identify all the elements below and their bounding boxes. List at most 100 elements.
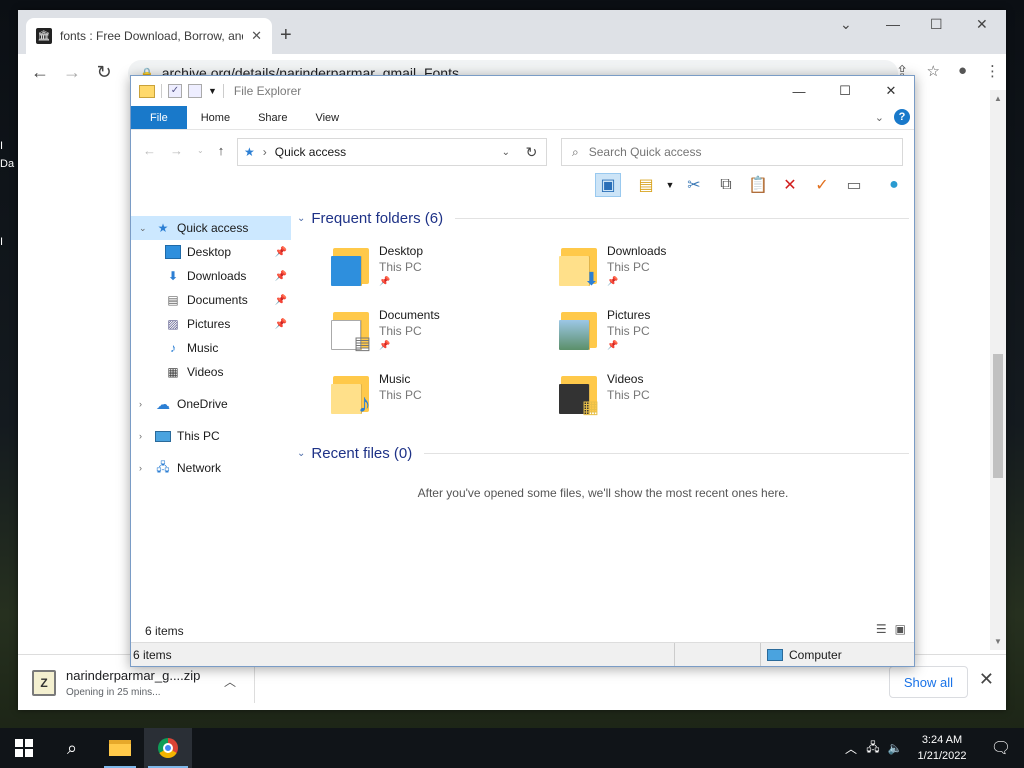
properties-toolbar-icon[interactable]: ▭ xyxy=(841,173,867,197)
folder-tile-downloads[interactable]: ⬇ Downloads This PC 📌 xyxy=(559,242,759,298)
close-download-shelf-icon[interactable]: ✕ xyxy=(979,669,994,690)
nav-onedrive[interactable]: › ☁ OneDrive xyxy=(131,392,291,416)
page-scrollbar[interactable]: ▲ ▼ xyxy=(990,90,1006,650)
volume-muted-icon[interactable]: 🔈 xyxy=(884,741,906,755)
tab-search-icon[interactable]: ⌄ xyxy=(840,16,852,33)
nav-documents[interactable]: ▤ Documents 📌 xyxy=(131,288,291,312)
large-icons-view-icon[interactable]: ▣ xyxy=(895,622,906,636)
folder-tile-documents[interactable]: ▤ Documents This PC 📌 xyxy=(331,306,531,362)
forward-button[interactable]: → xyxy=(56,62,88,83)
up-arrow-icon[interactable]: ↑ xyxy=(218,143,225,158)
browser-tab[interactable]: 🏛 fonts : Free Download, Borrow, and Str… xyxy=(26,18,272,54)
nav-desktop[interactable]: Desktop 📌 xyxy=(131,240,291,264)
explorer-path-bar[interactable]: ★ › Quick access ⌄ xyxy=(237,138,547,166)
nav-pictures[interactable]: ▨ Pictures 📌 xyxy=(131,312,291,336)
minimize-button[interactable]: — xyxy=(776,76,822,106)
folder-tile-desktop[interactable]: Desktop This PC 📌 xyxy=(331,242,531,298)
help-icon[interactable]: ? xyxy=(894,109,910,125)
chevron-down-icon[interactable]: ⌄ xyxy=(297,213,305,224)
copy-icon[interactable]: ⧉ xyxy=(713,173,739,197)
downloads-folder-icon: ⬇ xyxy=(559,244,599,288)
profile-avatar-icon[interactable]: ● xyxy=(958,62,967,80)
maximize-button[interactable]: ☐ xyxy=(930,16,943,33)
search-button[interactable]: ⌕ xyxy=(48,728,96,768)
close-tab-icon[interactable]: ✕ xyxy=(251,28,262,44)
path-dropdown-icon[interactable]: ⌄ xyxy=(502,147,510,158)
close-window-button[interactable]: ✕ xyxy=(976,16,988,33)
download-status: Opening in 25 mins... xyxy=(66,687,161,698)
menu-kebab-icon[interactable]: ⋮ xyxy=(985,62,1000,80)
preview-pane-icon[interactable]: ▣ xyxy=(595,173,621,197)
close-button[interactable]: ✕ xyxy=(868,76,914,106)
properties-icon[interactable]: ✓ xyxy=(168,84,182,98)
chevron-down-icon[interactable]: ⌄ xyxy=(297,448,305,459)
delete-icon[interactable]: ✕ xyxy=(777,173,803,197)
explorer-address-row: ← → ⌄ ↑ ★ › Quick access ⌄ ↻ ⌕ xyxy=(131,130,914,170)
new-tab-button[interactable]: + xyxy=(280,24,292,47)
taskbar-chrome[interactable] xyxy=(144,728,192,768)
nav-music[interactable]: ♪ Music xyxy=(131,336,291,360)
details-view-icon[interactable]: ☰ xyxy=(876,622,887,636)
computer-icon xyxy=(767,648,783,661)
maximize-button[interactable]: ☐ xyxy=(822,76,868,106)
clock[interactable]: 3:24 AM 1/21/2022 xyxy=(906,732,978,764)
computer-icon xyxy=(155,430,171,442)
taskbar-file-explorer[interactable] xyxy=(96,728,144,768)
folder-tile-videos[interactable]: ▦ Videos This PC xyxy=(559,370,759,426)
tab-view[interactable]: View xyxy=(301,106,353,129)
tab-share[interactable]: Share xyxy=(244,106,301,129)
cut-icon[interactable]: ✂ xyxy=(681,173,707,197)
nav-downloads[interactable]: ⬇ Downloads 📌 xyxy=(131,264,291,288)
new-folder-icon[interactable] xyxy=(188,84,202,98)
pin-icon: 📌 xyxy=(379,276,391,286)
minimize-button[interactable]: — xyxy=(886,16,900,32)
new-item-dropdown-icon[interactable]: ▼ xyxy=(657,173,683,197)
reload-button[interactable]: ↻ xyxy=(88,62,120,83)
nav-network[interactable]: › 🖧 Network xyxy=(131,456,291,480)
chevron-down-icon[interactable]: ⌄ xyxy=(139,223,151,234)
search-input[interactable] xyxy=(588,145,892,159)
chevron-up-icon[interactable]: ︿ xyxy=(224,673,236,690)
recent-locations-icon[interactable]: ⌄ xyxy=(197,146,204,158)
nav-this-pc[interactable]: › This PC xyxy=(131,424,291,448)
scroll-down-arrow-icon[interactable]: ▼ xyxy=(994,637,1002,646)
chevron-right-icon[interactable]: › xyxy=(139,463,151,473)
download-item[interactable]: Z narinderparmar_g....zip Opening in 25 … xyxy=(32,663,254,703)
breadcrumb-quick-access[interactable]: Quick access xyxy=(275,145,346,159)
frequent-folders-header[interactable]: ⌄ Frequent folders (6) xyxy=(297,210,909,227)
refresh-icon[interactable]: ↻ xyxy=(517,138,547,166)
customize-qat-icon[interactable]: ▼ xyxy=(208,86,217,96)
new-item-icon[interactable]: ▤ xyxy=(633,173,659,197)
show-all-button[interactable]: Show all xyxy=(888,666,968,698)
back-arrow-icon[interactable]: ← xyxy=(143,143,156,158)
quick-access-star-icon: ★ xyxy=(244,145,255,159)
bookmark-star-icon[interactable]: ☆ xyxy=(926,62,939,80)
explorer-search[interactable]: ⌕ xyxy=(561,138,903,166)
scroll-thumb[interactable] xyxy=(993,354,1003,478)
network-status-icon[interactable]: 🖧 xyxy=(862,738,884,759)
desktop-icon xyxy=(165,245,181,259)
chevron-right-icon[interactable]: › xyxy=(139,399,151,409)
nav-quick-access[interactable]: ⌄ ★ Quick access xyxy=(131,216,291,240)
recent-empty-message: After you've opened some files, we'll sh… xyxy=(417,486,789,500)
back-button[interactable]: ← xyxy=(24,62,56,83)
rename-check-icon[interactable]: ✓ xyxy=(809,173,835,197)
taskbar: ⌕ ︿ 🖧 🔈 3:24 AM 1/21/2022 🗨 xyxy=(0,728,1024,768)
scroll-up-arrow-icon[interactable]: ▲ xyxy=(994,94,1002,103)
forward-arrow-icon[interactable]: → xyxy=(170,143,183,158)
desktop-icon-label: I xyxy=(0,140,4,152)
recent-files-header[interactable]: ⌄ Recent files (0) xyxy=(297,445,909,462)
paste-icon[interactable]: 📋 xyxy=(745,173,771,197)
nav-videos[interactable]: ▦ Videos xyxy=(131,360,291,384)
tab-home[interactable]: Home xyxy=(187,106,244,129)
expand-ribbon-icon[interactable]: ⌄ xyxy=(875,111,884,124)
videos-folder-icon: ▦ xyxy=(559,372,599,416)
tab-file[interactable]: File xyxy=(131,106,187,129)
start-button[interactable] xyxy=(0,728,48,768)
chevron-up-icon[interactable]: ︿ xyxy=(840,740,862,757)
folder-tile-music[interactable]: ♪ Music This PC xyxy=(331,370,531,426)
chevron-right-icon[interactable]: › xyxy=(139,431,151,441)
globe-icon[interactable]: ● xyxy=(881,173,907,197)
folder-tile-pictures[interactable]: Pictures This PC 📌 xyxy=(559,306,759,362)
notification-icon[interactable]: 🗨 xyxy=(978,738,1024,758)
